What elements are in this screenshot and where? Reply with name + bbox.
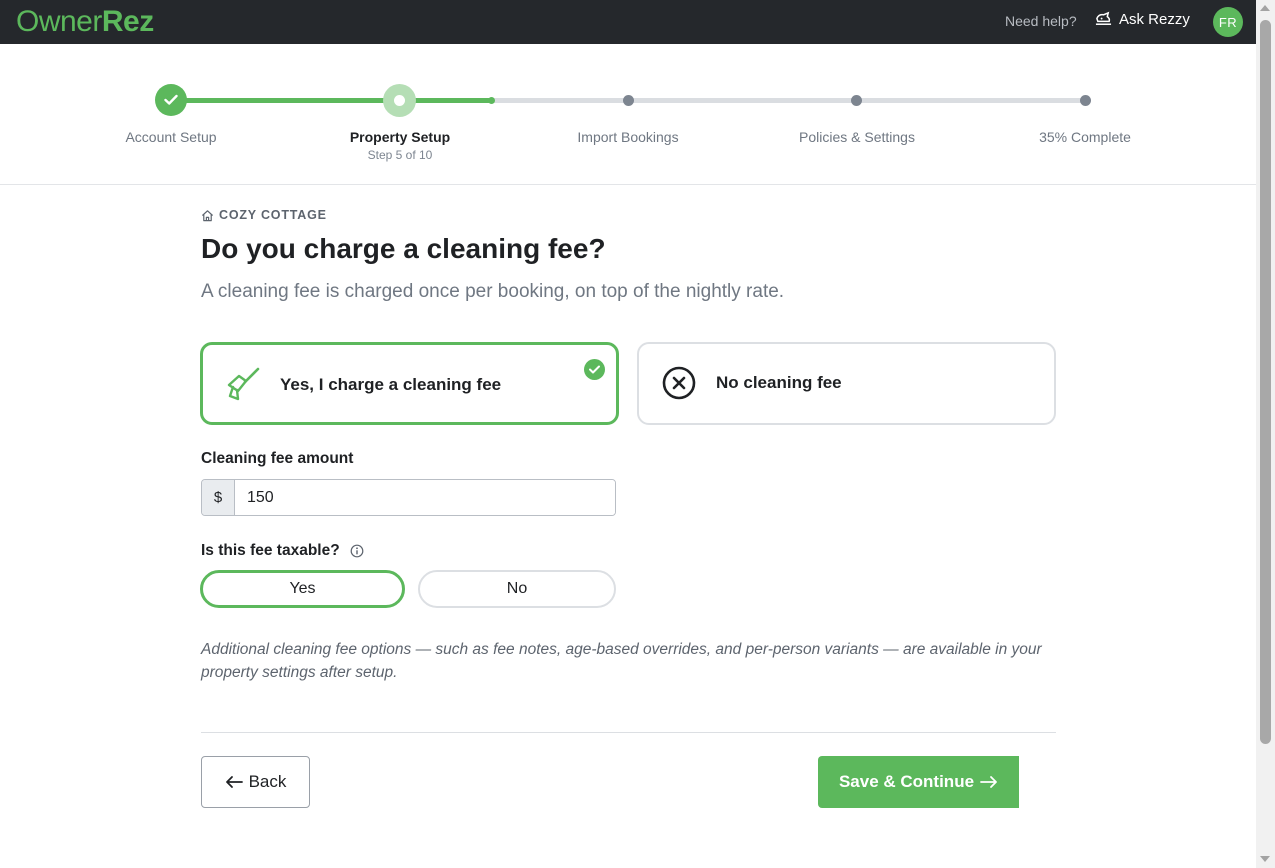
home-icon — [201, 209, 214, 221]
page-scrollbar[interactable] — [1256, 0, 1275, 868]
page-subtitle: A cleaning fee is charged once per booki… — [201, 281, 785, 302]
page-title: Do you charge a cleaning fee? — [201, 233, 606, 264]
save-continue-label: Save & Continue — [838, 772, 975, 791]
x-circle-icon — [662, 366, 696, 400]
choice-no-cleaning-fee[interactable]: No cleaning fee — [637, 342, 1056, 425]
save-continue-button[interactable]: Save & Continue — [818, 756, 1019, 808]
property-breadcrumb: COZY COTTAGE — [201, 208, 327, 222]
currency-prefix: $ — [202, 480, 235, 515]
user-avatar[interactable]: FR — [1213, 7, 1243, 37]
arrow-right-icon — [980, 776, 997, 788]
scroll-down-arrow-icon[interactable] — [1260, 856, 1270, 862]
step-label-property-setup: Property Setup — [349, 129, 451, 145]
arrow-left-icon — [225, 776, 243, 788]
selected-check-icon — [584, 359, 605, 380]
need-help-link[interactable]: Need help? — [1005, 13, 1077, 29]
cleaning-fee-amount-label: Cleaning fee amount — [201, 450, 354, 467]
cleaning-fee-amount-group: $ — [201, 479, 616, 516]
step-account-setup-check-icon — [155, 84, 187, 116]
logo-owner-text: Owner — [16, 5, 102, 38]
progress-fill-end — [488, 97, 495, 104]
taxable-no-button[interactable]: No — [418, 570, 616, 608]
top-navbar: OwnerRez Need help? Ask Rezzy FR — [0, 0, 1256, 44]
ask-rezzy-button[interactable]: Ask Rezzy — [1094, 11, 1190, 28]
step-policies-dot — [851, 95, 862, 106]
setup-progress-stepper: Account Setup Property Setup Step 5 of 1… — [0, 44, 1256, 185]
choice-no-label: No cleaning fee — [716, 373, 842, 392]
additional-options-note: Additional cleaning fee options — such a… — [201, 641, 1042, 681]
taxable-yes-button[interactable]: Yes — [200, 570, 405, 608]
choice-yes-label: Yes, I charge a cleaning fee — [280, 375, 502, 394]
ownerrez-logo[interactable]: OwnerRez — [16, 5, 154, 39]
back-button-label: Back — [248, 772, 287, 791]
logo-rez-text: Rez — [101, 5, 154, 38]
back-button[interactable]: Back — [201, 756, 310, 808]
taxable-label: Is this fee taxable? — [201, 542, 340, 559]
info-icon[interactable] — [350, 544, 364, 558]
step-complete-dot — [1080, 95, 1091, 106]
cleaning-fee-amount-input[interactable] — [235, 480, 615, 515]
step-property-setup-current-dot — [383, 84, 416, 117]
step-counter: Step 5 of 10 — [367, 148, 433, 162]
broom-icon — [227, 367, 260, 401]
scroll-thumb[interactable] — [1260, 20, 1271, 744]
footer-divider — [201, 732, 1056, 733]
property-name: COZY COTTAGE — [219, 208, 327, 222]
progress-fill — [171, 98, 491, 103]
step-label-percent-complete: 35% Complete — [1039, 129, 1131, 145]
scroll-up-arrow-icon[interactable] — [1260, 5, 1270, 11]
ask-rezzy-label: Ask Rezzy — [1119, 11, 1190, 28]
rezzy-icon — [1095, 11, 1112, 25]
step-import-bookings-dot — [623, 95, 634, 106]
step-label-policies-settings: Policies & Settings — [799, 129, 915, 145]
choice-yes-cleaning-fee[interactable]: Yes, I charge a cleaning fee — [200, 342, 619, 425]
step-label-import-bookings: Import Bookings — [577, 129, 679, 145]
step-label-account-setup: Account Setup — [125, 129, 217, 145]
